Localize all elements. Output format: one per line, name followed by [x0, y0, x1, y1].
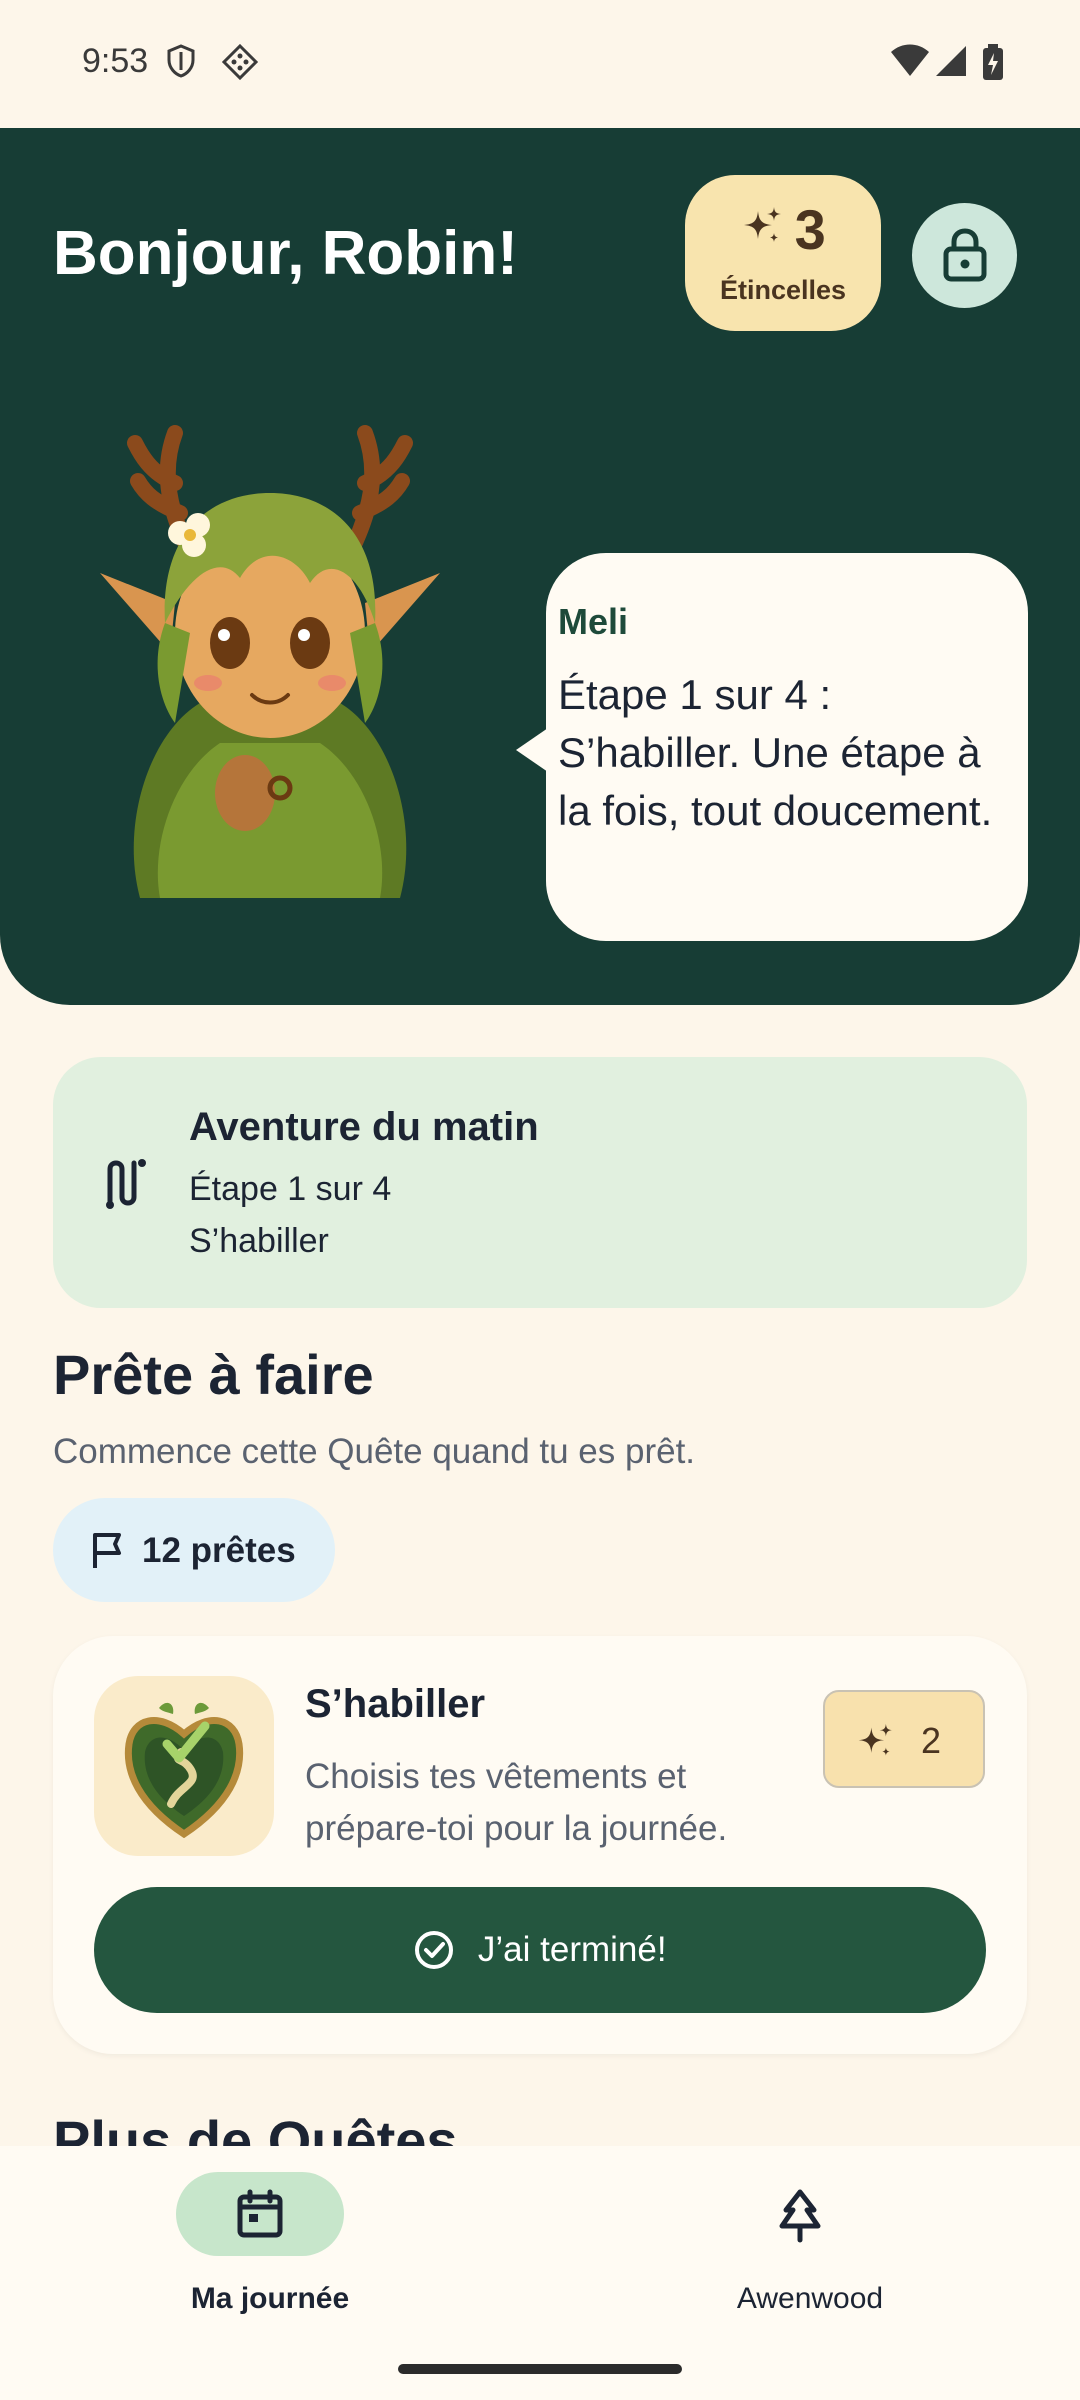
ready-section-title: Prête à faire [53, 1343, 374, 1406]
greeting-title: Bonjour, Robin! [53, 219, 518, 288]
nav-indicator [716, 2172, 884, 2256]
home-indicator[interactable] [398, 2364, 682, 2374]
adventure-card[interactable]: Aventure du matin Étape 1 sur 4 S’habill… [53, 1057, 1027, 1308]
check-circle-icon [415, 1931, 454, 1969]
lock-button[interactable] [912, 203, 1017, 308]
sparkle-icon [858, 1723, 893, 1756]
sparks-count: 3 [794, 198, 826, 261]
speech-text: Étape 1 sur 4 : S’habiller. Une étape à … [558, 671, 993, 834]
done-button[interactable]: J’ai terminé! [94, 1887, 986, 2013]
lock-icon [943, 228, 987, 282]
shield-icon [166, 44, 196, 83]
ready-count-label: 12 prêtes [142, 1531, 296, 1570]
ready-count-chip[interactable]: 12 prêtes [53, 1498, 335, 1602]
quest-title: S’habiller [305, 1682, 486, 1726]
quest-emblem [94, 1676, 274, 1856]
status-bar: 9:53 [0, 0, 1080, 128]
speech-bubble: Meli Étape 1 sur 4 : S’habiller. Une éta… [516, 553, 1028, 941]
speaker-name: Meli [558, 601, 629, 642]
adventure-step: Étape 1 sur 4 [189, 1170, 392, 1208]
sparks-badge[interactable]: 3 Étincelles [685, 175, 881, 331]
nav-item-ma-journee[interactable]: Ma journée [130, 2172, 410, 2322]
nav-item-awenwood[interactable]: Awenwood [670, 2172, 950, 2322]
nav-label-ma-journee: Ma journée [190, 2282, 350, 2315]
quest-reward-value: 2 [921, 1720, 942, 1761]
mascot-illustration [80, 403, 460, 903]
flag-icon [93, 1533, 121, 1568]
nav-label-awenwood: Awenwood [736, 2282, 884, 2315]
done-button-label: J’ai terminé! [477, 1930, 667, 1969]
adventure-title: Aventure du matin [189, 1105, 539, 1149]
ready-section-subtitle: Commence cette Quête quand tu es prêt. [53, 1432, 696, 1471]
bubble-tail [516, 728, 548, 772]
tree-icon [779, 2189, 821, 2243]
signal-icon [934, 44, 968, 83]
quest-description: Choisis tes vêtements et prépare-toi pou… [305, 1757, 728, 1848]
quest-reward-chip: 2 [823, 1690, 985, 1788]
adventure-subtitle: S’habiller [189, 1222, 329, 1260]
calendar-icon [237, 2189, 283, 2238]
battery-charging-icon [982, 44, 1004, 85]
quest-card: S’habiller Choisis tes vêtements et prép… [53, 1636, 1027, 2054]
hero-header: Bonjour, Robin! 3 Étincelles Meli Étape … [0, 128, 1080, 1005]
wifi-icon [890, 44, 930, 83]
bottom-nav: Ma journée Awenwood [0, 2146, 1080, 2400]
sparks-label: Étincelles [719, 275, 847, 305]
route-icon [100, 1155, 152, 1216]
nav-indicator [176, 2172, 344, 2256]
diamond-dots-icon [221, 43, 259, 85]
status-time: 9:53 [82, 42, 149, 80]
sparkle-icon [740, 205, 784, 254]
